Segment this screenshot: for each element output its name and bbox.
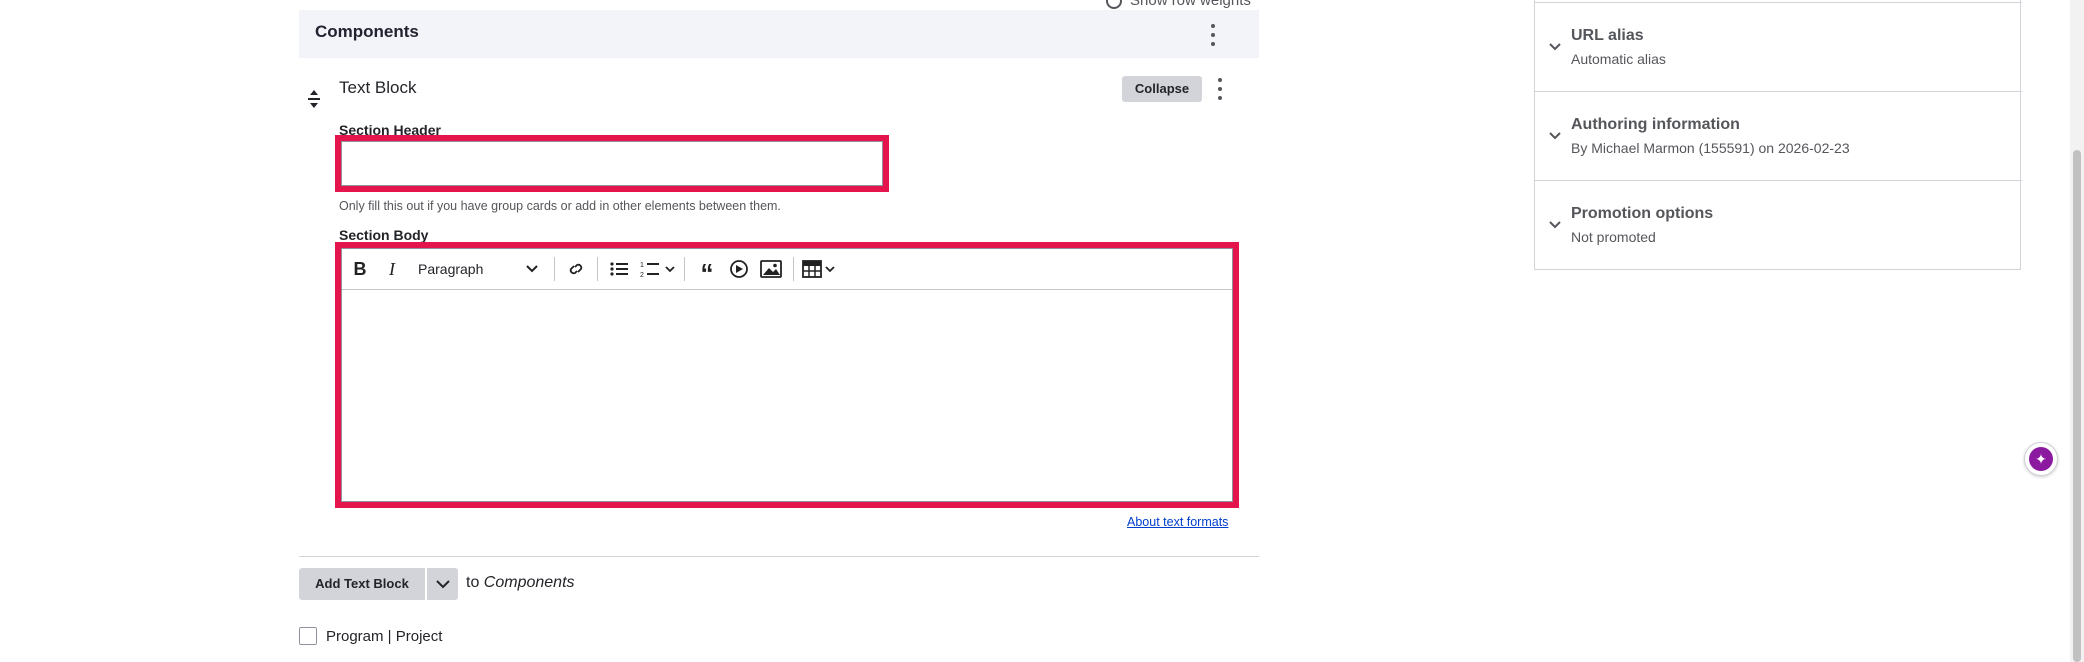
paragraph-format-value: Paragraph (418, 261, 484, 277)
toolbar-separator (684, 257, 685, 281)
text-block-title: Text Block (339, 78, 417, 97)
sidebar-item-subtitle: Automatic alias (1571, 51, 1666, 67)
section-body-label: Section Body (339, 227, 429, 243)
ai-assistant-button[interactable]: ✦ (2024, 442, 2058, 476)
add-to-prefix: to (466, 574, 480, 591)
add-text-block-group: Add Text Block (299, 568, 458, 600)
chevron-down-icon (526, 265, 538, 273)
show-row-weights-label: Show row weights (1130, 0, 1251, 9)
program-project-label: Program | Project (326, 628, 443, 645)
chevron-down-icon (1549, 43, 1561, 51)
table-icon[interactable] (800, 258, 840, 280)
link-icon[interactable] (561, 259, 591, 279)
sidebar-item-title: URL alias (1571, 27, 1644, 44)
toolbar-separator (793, 257, 794, 281)
scrollbar-thumb[interactable] (2073, 150, 2081, 662)
show-row-weights-link[interactable]: Show row weights (1106, 0, 1251, 10)
components-title: Components (315, 22, 419, 41)
section-body-editor: B I Paragraph 1 2 “ (341, 248, 1233, 502)
section-header-highlight (335, 135, 889, 192)
text-block-kebab-icon[interactable] (1217, 78, 1223, 100)
section-body-content[interactable] (342, 290, 1232, 502)
paragraph-format-select[interactable]: Paragraph (408, 261, 548, 277)
divider (299, 556, 1259, 557)
bold-icon[interactable]: B (344, 259, 376, 280)
sidebar-item-title: Authoring information (1571, 116, 1740, 133)
sidebar-item-url-alias[interactable]: URL alias Automatic alias (1535, 2, 2022, 91)
toolbar-separator (597, 257, 598, 281)
chevron-down-icon (435, 579, 450, 588)
chevron-down-icon (1549, 132, 1561, 140)
blockquote-icon[interactable]: “ (691, 255, 723, 286)
collapse-button[interactable]: Collapse (1122, 76, 1202, 102)
italic-icon[interactable]: I (376, 259, 408, 280)
sidebar-panel: URL alias Automatic alias Authoring info… (1534, 0, 2022, 270)
chevron-down-icon (1549, 221, 1561, 229)
add-text-block-dropdown[interactable] (427, 568, 458, 600)
section-header-description: Only fill this out if you have group car… (339, 199, 781, 213)
bulleted-list-icon[interactable] (604, 259, 636, 279)
add-to-target: Components (483, 574, 575, 591)
add-to-text: to Components (466, 574, 575, 592)
toolbar-separator (554, 257, 555, 281)
section-body-highlight: B I Paragraph 1 2 “ (335, 242, 1239, 508)
sidebar-item-authoring-information[interactable]: Authoring information By Michael Marmon … (1535, 91, 2022, 180)
image-icon[interactable] (755, 258, 787, 280)
section-header-input[interactable] (341, 141, 883, 186)
components-kebab-icon[interactable] (1210, 24, 1216, 46)
program-project-checkbox[interactable] (299, 627, 317, 645)
show-row-weights-icon (1106, 0, 1122, 10)
components-header (299, 10, 1259, 58)
sidebar-item-subtitle: Not promoted (1571, 229, 1656, 245)
editor-toolbar: B I Paragraph 1 2 “ (342, 249, 1232, 290)
svg-text:1: 1 (640, 262, 644, 269)
svg-text:2: 2 (640, 272, 644, 279)
media-icon[interactable] (723, 258, 755, 280)
drag-handle-icon[interactable] (306, 90, 322, 108)
sparkle-icon: ✦ (2029, 447, 2053, 471)
sidebar-item-title: Promotion options (1571, 205, 1714, 222)
numbered-list-icon[interactable]: 1 2 (636, 259, 678, 279)
sidebar-item-promotion-options[interactable]: Promotion options Not promoted (1535, 180, 2022, 269)
add-text-block-button[interactable]: Add Text Block (299, 568, 425, 600)
sidebar-item-subtitle: By Michael Marmon (155591) on 2026-02-23 (1571, 140, 1850, 156)
about-text-formats-link[interactable]: About text formats (1127, 515, 1228, 529)
